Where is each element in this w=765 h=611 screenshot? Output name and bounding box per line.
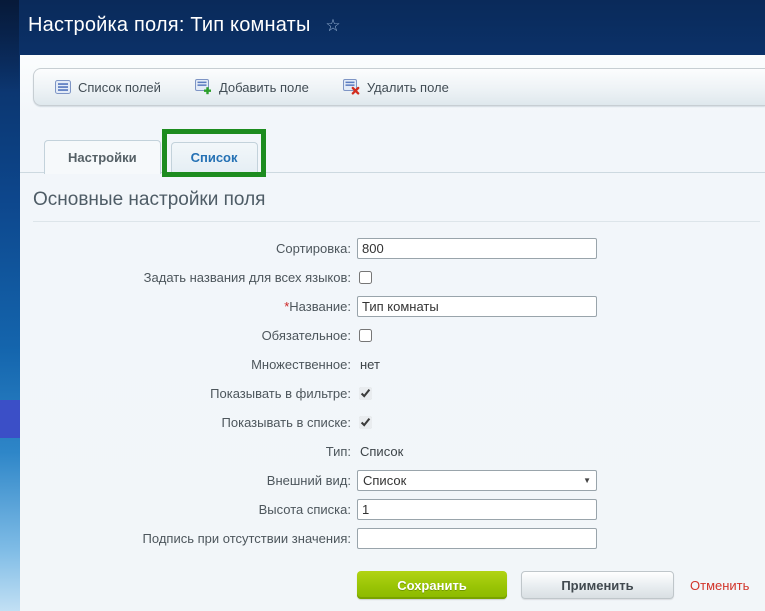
field-label: Обязательное: (33, 328, 357, 343)
form-row: Показывать в списке: (20, 408, 765, 437)
mandatory-checkbox[interactable] (359, 329, 372, 342)
add-field-icon (195, 79, 212, 95)
multiple-value: нет (357, 357, 380, 372)
field-label: Высота списка: (33, 502, 357, 517)
settings-form: Сортировка: Задать названия для всех язы… (20, 234, 765, 553)
form-row: Показывать в фильтре: (20, 379, 765, 408)
field-label: *Название: (33, 299, 357, 314)
content-panel: Список полей Добавить поле Удалить поле … (20, 55, 765, 611)
toolbar: Список полей Добавить поле Удалить поле (33, 68, 765, 106)
field-list-icon (55, 80, 71, 94)
selected-option: Список (363, 473, 406, 488)
field-label: Сортировка: (33, 241, 357, 256)
favorite-star-icon[interactable]: ☆ (325, 16, 340, 35)
toolbar-button-label: Список полей (78, 80, 161, 95)
sidebar-accent-block (0, 400, 20, 438)
tab-label: Список (191, 150, 238, 165)
form-actions: Сохранить Применить Отменить (357, 571, 765, 599)
form-row: Внешний вид: Список ▼ (20, 466, 765, 495)
toolbar-button-delete-field[interactable]: Удалить поле (326, 69, 466, 105)
all-languages-checkbox[interactable] (359, 271, 372, 284)
field-label: Задать названия для всех языков: (33, 270, 357, 285)
form-row: Тип: Список (20, 437, 765, 466)
form-row: Задать названия для всех языков: (20, 263, 765, 292)
delete-field-icon (343, 79, 360, 95)
field-label: Подпись при отсутствии значения: (33, 531, 357, 546)
form-row: Подпись при отсутствии значения: (20, 524, 765, 553)
toolbar-button-label: Удалить поле (367, 80, 449, 95)
form-row: Высота списка: (20, 495, 765, 524)
empty-caption-input[interactable] (357, 528, 597, 549)
page-title-text: Настройка поля: Тип комнаты (28, 14, 311, 36)
corner-shade (0, 0, 19, 92)
list-height-input[interactable] (357, 499, 597, 520)
tab-settings[interactable]: Настройки (44, 140, 161, 174)
cancel-link[interactable]: Отменить (690, 578, 749, 593)
section-title: Основные настройки поля (33, 189, 752, 211)
show-in-filter-checkbox[interactable] (359, 387, 372, 400)
section-divider (33, 221, 760, 222)
tab-list-wrap: Список (171, 142, 258, 173)
field-label: Множественное: (33, 357, 357, 372)
tabs: Настройки Список (20, 126, 765, 173)
form-row: Сортировка: (20, 234, 765, 263)
show-in-list-checkbox[interactable] (359, 416, 372, 429)
name-input[interactable] (357, 296, 597, 317)
tab-label: Настройки (68, 150, 137, 165)
toolbar-button-field-list[interactable]: Список полей (38, 69, 178, 105)
appearance-select[interactable]: Список ▼ (357, 470, 597, 491)
form-row: Обязательное: (20, 321, 765, 350)
sort-input[interactable] (357, 238, 597, 259)
page-title: Настройка поля: Тип комнаты ☆ (28, 14, 341, 37)
save-button[interactable]: Сохранить (357, 571, 507, 599)
type-value: Список (357, 444, 403, 459)
field-label: Показывать в фильтре: (33, 386, 357, 401)
field-label: Внешний вид: (33, 473, 357, 488)
dropdown-arrow-icon: ▼ (583, 476, 591, 485)
toolbar-button-add-field[interactable]: Добавить поле (178, 69, 326, 105)
toolbar-button-label: Добавить поле (219, 80, 309, 95)
field-label: Тип: (33, 444, 357, 459)
field-label: Показывать в списке: (33, 415, 357, 430)
apply-button[interactable]: Применить (521, 571, 674, 599)
form-row: *Название: (20, 292, 765, 321)
form-row: Множественное: нет (20, 350, 765, 379)
tab-list[interactable]: Список (171, 142, 258, 173)
